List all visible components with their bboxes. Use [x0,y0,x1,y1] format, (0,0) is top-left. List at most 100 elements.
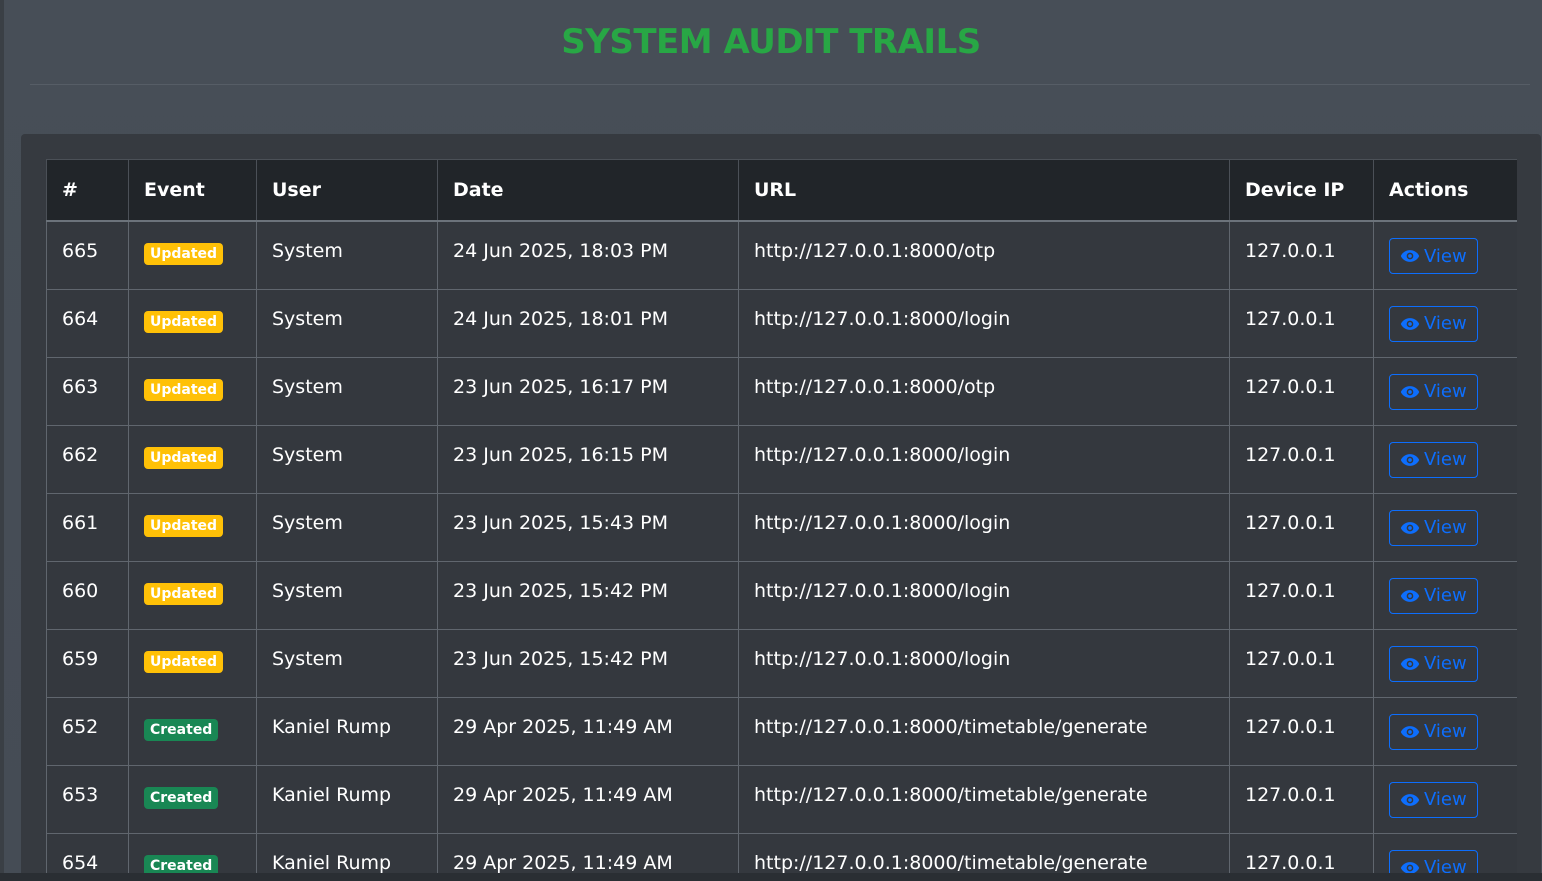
cell-user: System [256,288,438,358]
header-url: URL [738,159,1230,222]
eye-icon [1400,725,1420,738]
cell-user: System [256,220,438,290]
eye-icon [1400,793,1420,806]
event-badge: Updated [144,446,224,469]
bottom-scroll-edge [0,873,1542,881]
page-title: SYSTEM AUDIT TRAILS [561,22,981,62]
view-button[interactable]: View [1389,373,1478,410]
view-button[interactable]: View [1389,781,1478,818]
cell-device-ip: 127.0.0.1 [1229,696,1374,766]
cell-event: Updated [128,560,257,630]
cell-device-ip: 127.0.0.1 [1229,424,1374,494]
cell-actions: View [1373,492,1517,562]
eye-icon [1400,250,1420,262]
table-row: 663 Updated System 23 Jun 2025, 16:17 PM… [46,356,1517,426]
cell-device-ip: 127.0.0.1 [1229,560,1374,630]
cell-event: Created [128,764,257,834]
cell-actions: View [1373,832,1517,873]
cell-actions: View [1373,696,1517,766]
cell-url: http://127.0.0.1:8000/otp [738,356,1230,426]
cell-device-ip: 127.0.0.1 [1229,764,1374,834]
cell-actions: View [1373,288,1517,358]
eye-icon [1400,521,1420,534]
audit-table-container[interactable]: # Event User Date URL Device IP Actions … [46,159,1517,873]
cell-id: 662 [46,424,129,494]
view-button-label: View [1424,721,1467,742]
cell-actions: View [1373,560,1517,630]
eye-icon [1400,385,1420,398]
cell-user: System [256,424,438,494]
event-badge: Created [144,718,219,741]
cell-event: Updated [128,424,257,494]
cell-id: 660 [46,560,129,630]
event-badge: Updated [144,514,224,537]
cell-date: 29 Apr 2025, 11:49 AM [437,696,739,766]
cell-device-ip: 127.0.0.1 [1229,356,1374,426]
cell-url: http://127.0.0.1:8000/login [738,628,1230,698]
cell-user: Kaniel Rump [256,696,438,766]
table-row: 659 Updated System 23 Jun 2025, 15:42 PM… [46,628,1517,698]
cell-url: http://127.0.0.1:8000/timetable/generate [738,832,1230,873]
cell-date: 29 Apr 2025, 11:49 AM [437,764,739,834]
header-id: # [46,159,129,222]
cell-url: http://127.0.0.1:8000/login [738,424,1230,494]
cell-event: Updated [128,628,257,698]
view-button[interactable]: View [1389,305,1478,342]
cell-date: 24 Jun 2025, 18:03 PM [437,220,739,290]
view-button[interactable]: View [1389,849,1478,873]
eye-icon [1400,589,1420,602]
header-device-ip: Device IP [1229,159,1374,222]
header-event: Event [128,159,257,222]
cell-user: System [256,356,438,426]
view-button[interactable]: View [1389,645,1478,682]
cell-id: 652 [46,696,129,766]
cell-device-ip: 127.0.0.1 [1229,220,1374,290]
cell-url: http://127.0.0.1:8000/timetable/generate [738,696,1230,766]
view-button-label: View [1424,313,1467,334]
cell-id: 654 [46,832,129,873]
view-button-label: View [1424,381,1467,402]
cell-id: 665 [46,220,129,290]
cell-user: Kaniel Rump [256,764,438,834]
cell-device-ip: 127.0.0.1 [1229,832,1374,873]
cell-event: Updated [128,492,257,562]
view-button[interactable]: View [1389,238,1478,274]
event-badge: Updated [144,582,224,605]
cell-url: http://127.0.0.1:8000/login [738,288,1230,358]
table-header-row: # Event User Date URL Device IP Actions [46,159,1517,222]
table-row: 664 Updated System 24 Jun 2025, 18:01 PM… [46,288,1517,358]
cell-event: Created [128,696,257,766]
view-button[interactable]: View [1389,509,1478,546]
page: SYSTEM AUDIT TRAILS # Event User Date UR… [0,0,1542,881]
cell-actions: View [1373,628,1517,698]
event-badge: Updated [144,243,224,265]
cell-date: 24 Jun 2025, 18:01 PM [437,288,739,358]
cell-device-ip: 127.0.0.1 [1229,492,1374,562]
header-user: User [256,159,438,222]
cell-date: 23 Jun 2025, 16:15 PM [437,424,739,494]
cell-event: Updated [128,220,257,290]
table-row: 660 Updated System 23 Jun 2025, 15:42 PM… [46,560,1517,630]
cell-id: 663 [46,356,129,426]
cell-id: 661 [46,492,129,562]
view-button[interactable]: View [1389,577,1478,614]
view-button[interactable]: View [1389,441,1478,478]
cell-id: 653 [46,764,129,834]
view-button-label: View [1424,245,1467,267]
cell-event: Created [128,832,257,873]
view-button-label: View [1424,857,1467,873]
view-button-label: View [1424,517,1467,538]
cell-url: http://127.0.0.1:8000/timetable/generate [738,764,1230,834]
view-button-label: View [1424,789,1467,810]
cell-event: Updated [128,288,257,358]
eye-icon [1400,453,1420,466]
cell-date: 23 Jun 2025, 16:17 PM [437,356,739,426]
title-divider [30,84,1530,85]
view-button[interactable]: View [1389,713,1478,750]
table-row: 654 Created Kaniel Rump 29 Apr 2025, 11:… [46,832,1517,873]
cell-event: Updated [128,356,257,426]
table-row: 653 Created Kaniel Rump 29 Apr 2025, 11:… [46,764,1517,834]
cell-actions: View [1373,356,1517,426]
eye-icon [1400,861,1420,873]
cell-actions: View [1373,764,1517,834]
